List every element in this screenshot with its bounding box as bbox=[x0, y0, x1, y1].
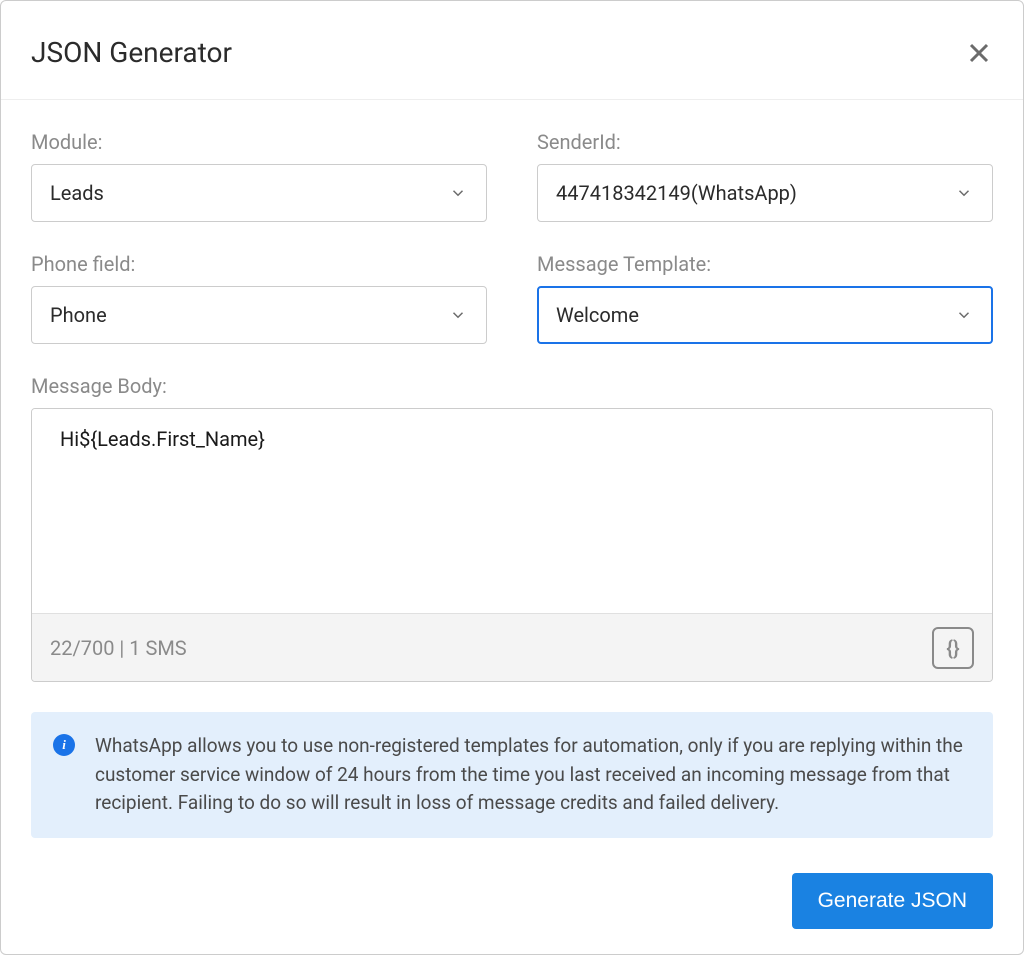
messagebody-input[interactable] bbox=[32, 409, 992, 609]
messagetemplate-label: Message Template: bbox=[537, 252, 993, 276]
messagetemplate-select[interactable]: Welcome bbox=[537, 286, 993, 344]
module-value: Leads bbox=[50, 181, 448, 205]
phonefield-value: Phone bbox=[50, 303, 448, 327]
senderid-value: 447418342149(WhatsApp) bbox=[556, 181, 954, 205]
module-select[interactable]: Leads bbox=[31, 164, 487, 222]
json-generator-modal: JSON Generator Module: Leads SenderId: 4… bbox=[0, 0, 1024, 955]
messagetemplate-field: Message Template: Welcome bbox=[537, 252, 993, 344]
insert-variable-button[interactable]: {} bbox=[932, 627, 974, 669]
phonefield-select[interactable]: Phone bbox=[31, 286, 487, 344]
phonefield-field: Phone field: Phone bbox=[31, 252, 487, 344]
close-icon bbox=[967, 41, 991, 65]
braces-icon: {} bbox=[946, 636, 959, 660]
messagebody-field: Message Body: 22/700 | 1 SMS {} bbox=[31, 374, 993, 682]
messagebody-wrap: 22/700 | 1 SMS {} bbox=[31, 408, 993, 682]
senderid-select[interactable]: 447418342149(WhatsApp) bbox=[537, 164, 993, 222]
close-button[interactable] bbox=[965, 39, 993, 67]
chevron-down-icon bbox=[448, 183, 468, 203]
messagebody-footer: 22/700 | 1 SMS {} bbox=[32, 613, 992, 681]
phonefield-label: Phone field: bbox=[31, 252, 487, 276]
chevron-down-icon bbox=[954, 305, 974, 325]
info-text: WhatsApp allows you to use non-registere… bbox=[95, 732, 971, 818]
char-counter: 22/700 | 1 SMS bbox=[50, 636, 187, 660]
chevron-down-icon bbox=[954, 183, 974, 203]
messagetemplate-value: Welcome bbox=[556, 303, 954, 327]
chevron-down-icon bbox=[448, 305, 468, 325]
modal-footer: Generate JSON bbox=[1, 858, 1023, 954]
modal-body: Module: Leads SenderId: 447418342149(Wha… bbox=[1, 100, 1023, 858]
info-icon: i bbox=[53, 734, 75, 756]
info-banner: i WhatsApp allows you to use non-registe… bbox=[31, 712, 993, 838]
messagebody-label: Message Body: bbox=[31, 374, 993, 398]
senderid-field: SenderId: 447418342149(WhatsApp) bbox=[537, 130, 993, 222]
module-label: Module: bbox=[31, 130, 487, 154]
modal-header: JSON Generator bbox=[1, 1, 1023, 100]
generate-json-button[interactable]: Generate JSON bbox=[792, 873, 993, 929]
modal-title: JSON Generator bbox=[31, 36, 232, 69]
senderid-label: SenderId: bbox=[537, 130, 993, 154]
module-field: Module: Leads bbox=[31, 130, 487, 222]
